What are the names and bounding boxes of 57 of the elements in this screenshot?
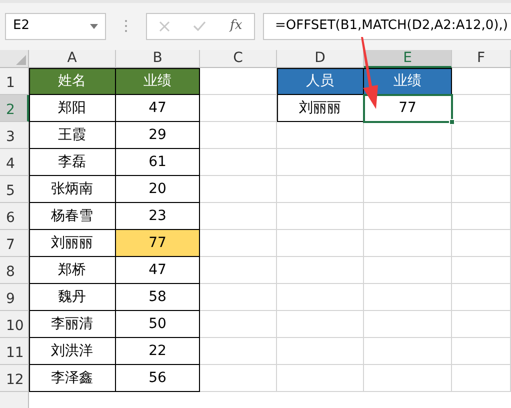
row-heading[interactable]: 8 — [0, 257, 29, 284]
column-heading[interactable]: E — [364, 50, 452, 68]
table-cell: 29 — [116, 122, 200, 149]
column-heading[interactable]: A — [29, 50, 116, 68]
table-cell: 张炳南 — [29, 176, 116, 203]
table-cell: 50 — [116, 311, 200, 338]
row-heading[interactable]: 3 — [0, 122, 29, 149]
column-heading[interactable]: C — [200, 50, 277, 68]
row-heading[interactable]: 6 — [0, 203, 29, 230]
row-heading[interactable]: 5 — [0, 176, 29, 203]
table-cell: 魏丹 — [29, 284, 116, 311]
row-heading[interactable]: 11 — [0, 338, 29, 365]
row-heading-background — [0, 392, 29, 408]
table-cell: 刘丽丽 — [277, 95, 364, 122]
more-options-icon[interactable] — [124, 19, 128, 33]
row-heading[interactable]: 4 — [0, 149, 29, 176]
table-cell: 刘丽丽 — [29, 230, 116, 257]
column-header-cell: 业绩 — [116, 68, 200, 95]
row-heading[interactable]: 10 — [0, 311, 29, 338]
name-box[interactable]: E2 — [5, 12, 106, 40]
column-heading[interactable]: B — [116, 50, 200, 68]
column-heading[interactable]: F — [452, 50, 511, 68]
check-icon[interactable] — [193, 21, 206, 31]
table-cell: 郑阳 — [29, 95, 116, 122]
table-cell: 李丽清 — [29, 311, 116, 338]
table-cell: 77 — [364, 95, 452, 122]
insert-function-button[interactable]: fx — [230, 16, 242, 36]
column-heading[interactable]: D — [277, 50, 364, 68]
table-cell: 77 — [116, 230, 200, 257]
fill-handle[interactable] — [449, 119, 455, 125]
column-header-cell: 姓名 — [29, 68, 116, 95]
dropdown-caret-icon[interactable] — [90, 24, 98, 28]
table-cell: 47 — [116, 257, 200, 284]
table-cell: 56 — [116, 365, 200, 392]
table-cell: 23 — [116, 203, 200, 230]
row-heading[interactable]: 2 — [0, 95, 29, 122]
name-box-value: E2 — [13, 17, 30, 36]
select-all-icon[interactable] — [16, 55, 26, 65]
table-cell: 刘洪洋 — [29, 338, 116, 365]
row-heading[interactable]: 1 — [0, 68, 29, 95]
table-cell: 杨春雪 — [29, 203, 116, 230]
table-cell: 李磊 — [29, 149, 116, 176]
row-heading[interactable]: 12 — [0, 365, 29, 392]
formula-input[interactable]: =OFFSET(B1,MATCH(D2,A2:A12,0),) — [263, 12, 511, 40]
column-header-cell: 人员 — [277, 68, 364, 95]
table-cell: 李泽鑫 — [29, 365, 116, 392]
table-cell: 22 — [116, 338, 200, 365]
row-heading[interactable]: 9 — [0, 284, 29, 311]
table-cell: 王霞 — [29, 122, 116, 149]
cancel-icon[interactable] — [158, 20, 170, 32]
table-cell: 58 — [116, 284, 200, 311]
table-cell: 61 — [116, 149, 200, 176]
column-header-cell: 业绩 — [364, 68, 452, 95]
table-cell: 20 — [116, 176, 200, 203]
table-cell: 郑桥 — [29, 257, 116, 284]
table-cell: 47 — [116, 95, 200, 122]
row-heading[interactable]: 7 — [0, 230, 29, 257]
